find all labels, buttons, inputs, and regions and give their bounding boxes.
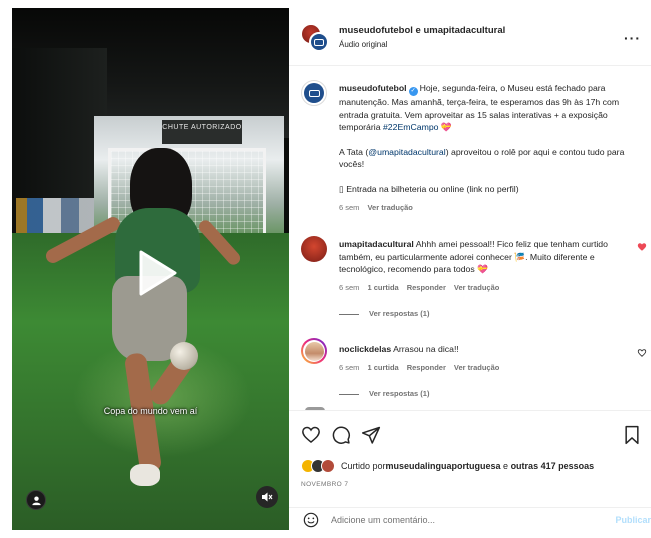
video-scene-sign: CHUTE AUTORIZADO <box>162 120 242 144</box>
likes-prefix: Curtido por <box>341 461 386 471</box>
post-comment-button[interactable]: Publicar <box>615 515 651 525</box>
collab-avatars[interactable] <box>301 24 331 52</box>
smiley-icon <box>303 512 319 528</box>
liker-username[interactable]: museudalinguaportuguesa <box>386 461 501 471</box>
translate-link[interactable]: Ver tradução <box>367 203 412 212</box>
comment-meta: 6 sem 1 curtida Responder Ver tradução <box>339 282 637 295</box>
avatar[interactable] <box>301 80 327 106</box>
view-replies-button[interactable]: Ver respostas (1) <box>339 308 637 321</box>
play-button[interactable] <box>129 246 183 300</box>
comment-likes[interactable]: 1 curtida <box>367 283 398 292</box>
avatar <box>321 459 335 473</box>
save-button[interactable] <box>623 425 643 445</box>
comments-list[interactable]: museudofutebol ✓ Hoje, segunda-feira, o Mu… <box>289 66 651 410</box>
view-replies-label: Ver respostas (1) <box>369 389 430 399</box>
verified-icon: ✓ <box>408 87 418 96</box>
heart-filled-icon <box>637 243 647 251</box>
bookmark-icon <box>625 425 639 445</box>
comment-text: Arrasou na dica!! <box>393 344 459 354</box>
speech-bubble-icon <box>332 426 351 444</box>
video-caption: Copa do mundo vem aí <box>103 406 198 416</box>
comment-username[interactable]: umapitadacultural <box>339 239 414 249</box>
comment-like-button[interactable] <box>637 348 647 360</box>
translate-link[interactable]: Ver tradução <box>454 283 499 292</box>
video-ball <box>170 342 198 370</box>
caption-meta: 6 sem Ver tradução <box>339 202 637 215</box>
avatar <box>309 32 329 52</box>
mute-button[interactable] <box>256 486 278 508</box>
reply-button[interactable]: Responder <box>407 363 446 372</box>
paper-plane-icon <box>361 426 381 444</box>
caption-text: A Tata ( <box>339 146 369 157</box>
like-button[interactable] <box>301 425 321 445</box>
caption-time[interactable]: 6 sem <box>339 203 359 212</box>
audio-link[interactable]: Áudio original <box>339 40 387 49</box>
tagged-users-button[interactable] <box>26 490 46 510</box>
comment-likes[interactable]: 1 curtida <box>367 363 398 372</box>
comment-body: umapitadacultural Ahhh amei pessoal!! Fi… <box>339 238 637 321</box>
emoji-button[interactable] <box>303 512 319 528</box>
likers-avatars[interactable] <box>301 459 337 473</box>
view-replies-button[interactable]: Ver respostas (1) <box>339 388 637 401</box>
post-date[interactable]: NOVEMBRO 7 <box>301 481 348 488</box>
action-bar: Curtido por museudalinguaportuguesa e ou… <box>289 410 651 507</box>
caption-text: ▯ Entrada na bilheteria ou online (link … <box>339 183 519 194</box>
hashtag-link[interactable]: #22EmCampo <box>383 122 439 132</box>
translate-link[interactable]: Ver tradução <box>454 363 499 372</box>
heart-outline-icon <box>637 349 647 357</box>
view-replies-label: Ver respostas (1) <box>369 309 430 319</box>
heart-icon <box>302 426 320 444</box>
comment-button[interactable] <box>331 425 351 445</box>
avatar[interactable] <box>301 236 327 262</box>
reply-button[interactable]: Responder <box>407 283 446 292</box>
likes-summary: Curtido por museudalinguaportuguesa e ou… <box>301 459 594 473</box>
post-panel: museudofutebol e umapitadacultural Áudio… <box>289 8 651 530</box>
caption-body: museudofutebol ✓ Hoje, segunda-feira, o Mu… <box>339 82 637 214</box>
replies-divider <box>339 393 359 395</box>
comment-input[interactable] <box>331 511 601 529</box>
likes-middle: e <box>500 461 511 471</box>
action-icons <box>301 425 639 447</box>
play-icon <box>139 250 177 296</box>
comment-meta: 6 sem 1 curtida Responder Ver tradução <box>339 362 637 375</box>
user-icon <box>31 495 41 505</box>
post-authors[interactable]: museudofutebol e umapitadacultural <box>339 25 505 36</box>
comment-time[interactable]: 6 sem <box>339 283 359 292</box>
caption-username[interactable]: museudofutebol <box>339 83 407 93</box>
reel-video[interactable]: CHUTE AUTORIZADO Copa do mundo vem aí <box>12 8 289 530</box>
comment-like-button[interactable] <box>637 242 647 254</box>
comment-username[interactable]: noclickdelas <box>339 344 391 354</box>
comment-body: noclickdelas Arrasou na dica!! 6 sem 1 cu… <box>339 343 637 401</box>
comment-composer: Publicar <box>289 507 651 530</box>
caption-text-end: 💝 <box>438 122 452 133</box>
video-person-shoe <box>130 464 160 486</box>
comment-time[interactable]: 6 sem <box>339 363 359 372</box>
post-header: museudofutebol e umapitadacultural Áudio… <box>289 8 651 66</box>
likes-others-link[interactable]: outras 417 pessoas <box>511 461 595 471</box>
speaker-muted-icon <box>262 492 273 502</box>
share-button[interactable] <box>361 425 381 445</box>
avatar[interactable] <box>301 338 327 364</box>
more-options-button[interactable]: ··· <box>624 30 641 46</box>
replies-divider <box>339 314 359 316</box>
mention-link[interactable]: @umapitadacultural <box>368 147 445 157</box>
